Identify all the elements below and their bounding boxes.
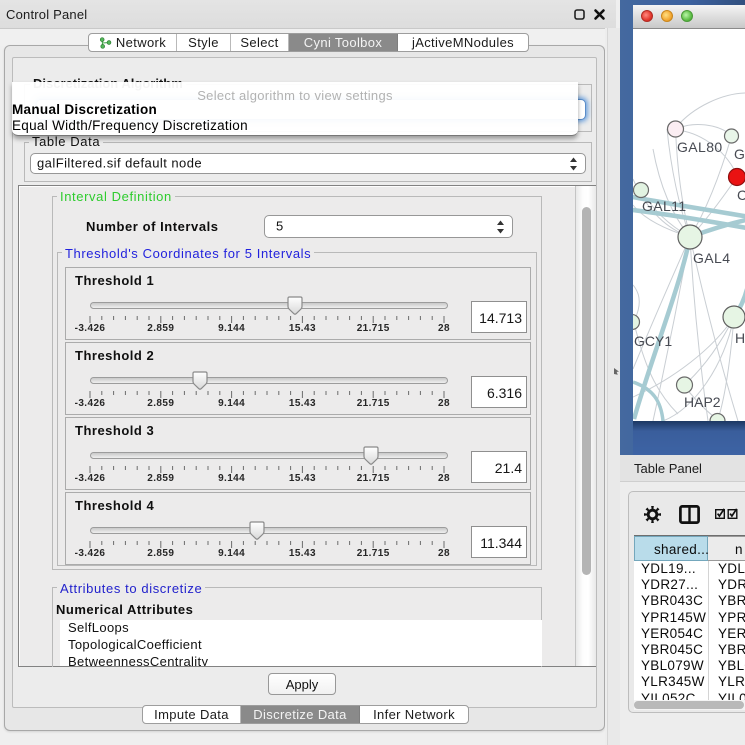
svg-text:GAL4: GAL4	[693, 250, 730, 266]
svg-text:HAP2: HAP2	[684, 394, 721, 410]
svg-text:GCY1: GCY1	[634, 333, 672, 349]
svg-text:GA: GA	[734, 146, 745, 162]
svg-text:GAL80: GAL80	[677, 139, 723, 155]
svg-text:H: H	[735, 330, 745, 346]
svg-text:C: C	[737, 187, 745, 203]
svg-text:GAL11: GAL11	[642, 198, 687, 214]
